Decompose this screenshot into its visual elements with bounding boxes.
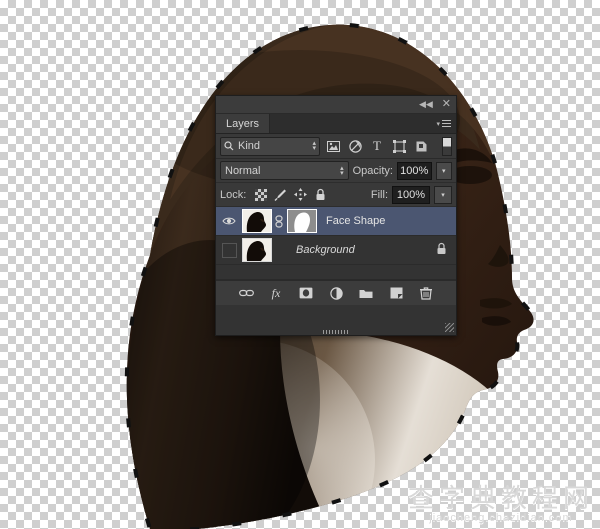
layer-visibility-toggle-face-shape[interactable]	[218, 207, 240, 235]
shape-layer-filter-icon[interactable]	[390, 137, 408, 155]
layers-button-bar: fx	[216, 280, 456, 305]
delete-layer-button[interactable]	[418, 285, 434, 301]
panel-titlebar: ◀◀ ✕	[216, 96, 456, 114]
opacity-label: Opacity:	[352, 164, 393, 177]
fill-input[interactable]: 100%	[392, 185, 430, 204]
type-layer-filter-icon[interactable]: T	[368, 137, 386, 155]
new-layer-button[interactable]	[388, 285, 404, 301]
blend-mode-row: Normal ▴ ▾ Opacity: 100% ▾	[216, 159, 456, 183]
opacity-input[interactable]: 100%	[396, 161, 432, 180]
layer-mask-thumbnail-face-shape[interactable]	[287, 209, 317, 233]
close-icon[interactable]: ✕	[442, 99, 451, 110]
layers-panel[interactable]: ◀◀ ✕ Layers ▾ Kind ▴ ▾ T Normal ▴ ▾ Opac…	[215, 95, 457, 336]
layer-thumbnail-background[interactable]	[242, 238, 272, 262]
search-icon	[224, 141, 234, 151]
filter-kind-select[interactable]: Kind ▴ ▾	[220, 136, 320, 156]
smart-object-filter-icon[interactable]	[412, 137, 430, 155]
panel-menu-icon[interactable]: ▾	[431, 114, 456, 133]
filter-kind-label: Kind	[238, 140, 261, 152]
lock-label: Lock:	[220, 188, 247, 201]
new-group-button[interactable]	[358, 285, 374, 301]
tab-empty-area	[270, 114, 432, 133]
lock-position-icon[interactable]	[294, 188, 308, 201]
lock-row: Lock: Fill: 100% ▾	[216, 183, 456, 207]
blend-stepper-icon[interactable]: ▴ ▾	[340, 165, 344, 177]
filter-enable-toggle[interactable]	[442, 136, 452, 156]
layer-name-face-shape[interactable]: Face Shape	[326, 215, 385, 227]
panel-drag-grip[interactable]	[323, 330, 349, 334]
layer-name-background[interactable]: Background	[296, 244, 355, 256]
pixel-layer-filter-icon[interactable]	[324, 137, 342, 155]
stepper-icon[interactable]: ▴ ▾	[312, 140, 316, 152]
layer-row-face-shape[interactable]: Face Shape	[216, 207, 456, 236]
adjustment-layer-filter-icon[interactable]	[346, 137, 364, 155]
eye-icon	[222, 217, 236, 225]
panel-tab-row: Layers ▾	[216, 114, 456, 134]
link-layers-button[interactable]	[238, 285, 254, 301]
collapse-double-arrow-icon[interactable]: ◀◀	[419, 100, 433, 109]
eye-off-icon	[221, 242, 237, 258]
add-layer-mask-button[interactable]	[298, 285, 314, 301]
lock-all-icon[interactable]	[314, 188, 327, 201]
tab-layers[interactable]: Layers	[216, 114, 271, 133]
layer-filter-row: Kind ▴ ▾ T	[216, 134, 456, 159]
opacity-dropdown-icon[interactable]: ▾	[435, 161, 452, 180]
layer-visibility-toggle-background[interactable]	[218, 236, 240, 264]
layer-row-background[interactable]: Background	[216, 236, 456, 265]
lock-transparent-pixels-icon[interactable]	[254, 188, 267, 201]
layer-list[interactable]: Face Shape Background	[216, 207, 456, 280]
hamburger-icon	[442, 118, 451, 129]
lock-image-pixels-icon[interactable]	[274, 188, 287, 201]
blend-mode-select[interactable]: Normal ▴ ▾	[220, 161, 349, 180]
layer-mask-link-icon[interactable]	[272, 214, 285, 228]
blend-mode-value: Normal	[225, 164, 261, 177]
layer-style-fx-button[interactable]: fx	[268, 285, 284, 301]
tab-layers-label: Layers	[226, 117, 260, 130]
chevron-down-icon: ▾	[436, 120, 440, 128]
new-adjustment-layer-button[interactable]	[328, 285, 344, 301]
fill-dropdown-icon[interactable]: ▾	[434, 185, 452, 204]
layer-locked-icon	[436, 242, 447, 258]
panel-resize-handle[interactable]	[445, 323, 454, 332]
layer-thumbnail-face-shape[interactable]	[242, 209, 272, 233]
fill-label: Fill:	[370, 188, 388, 201]
